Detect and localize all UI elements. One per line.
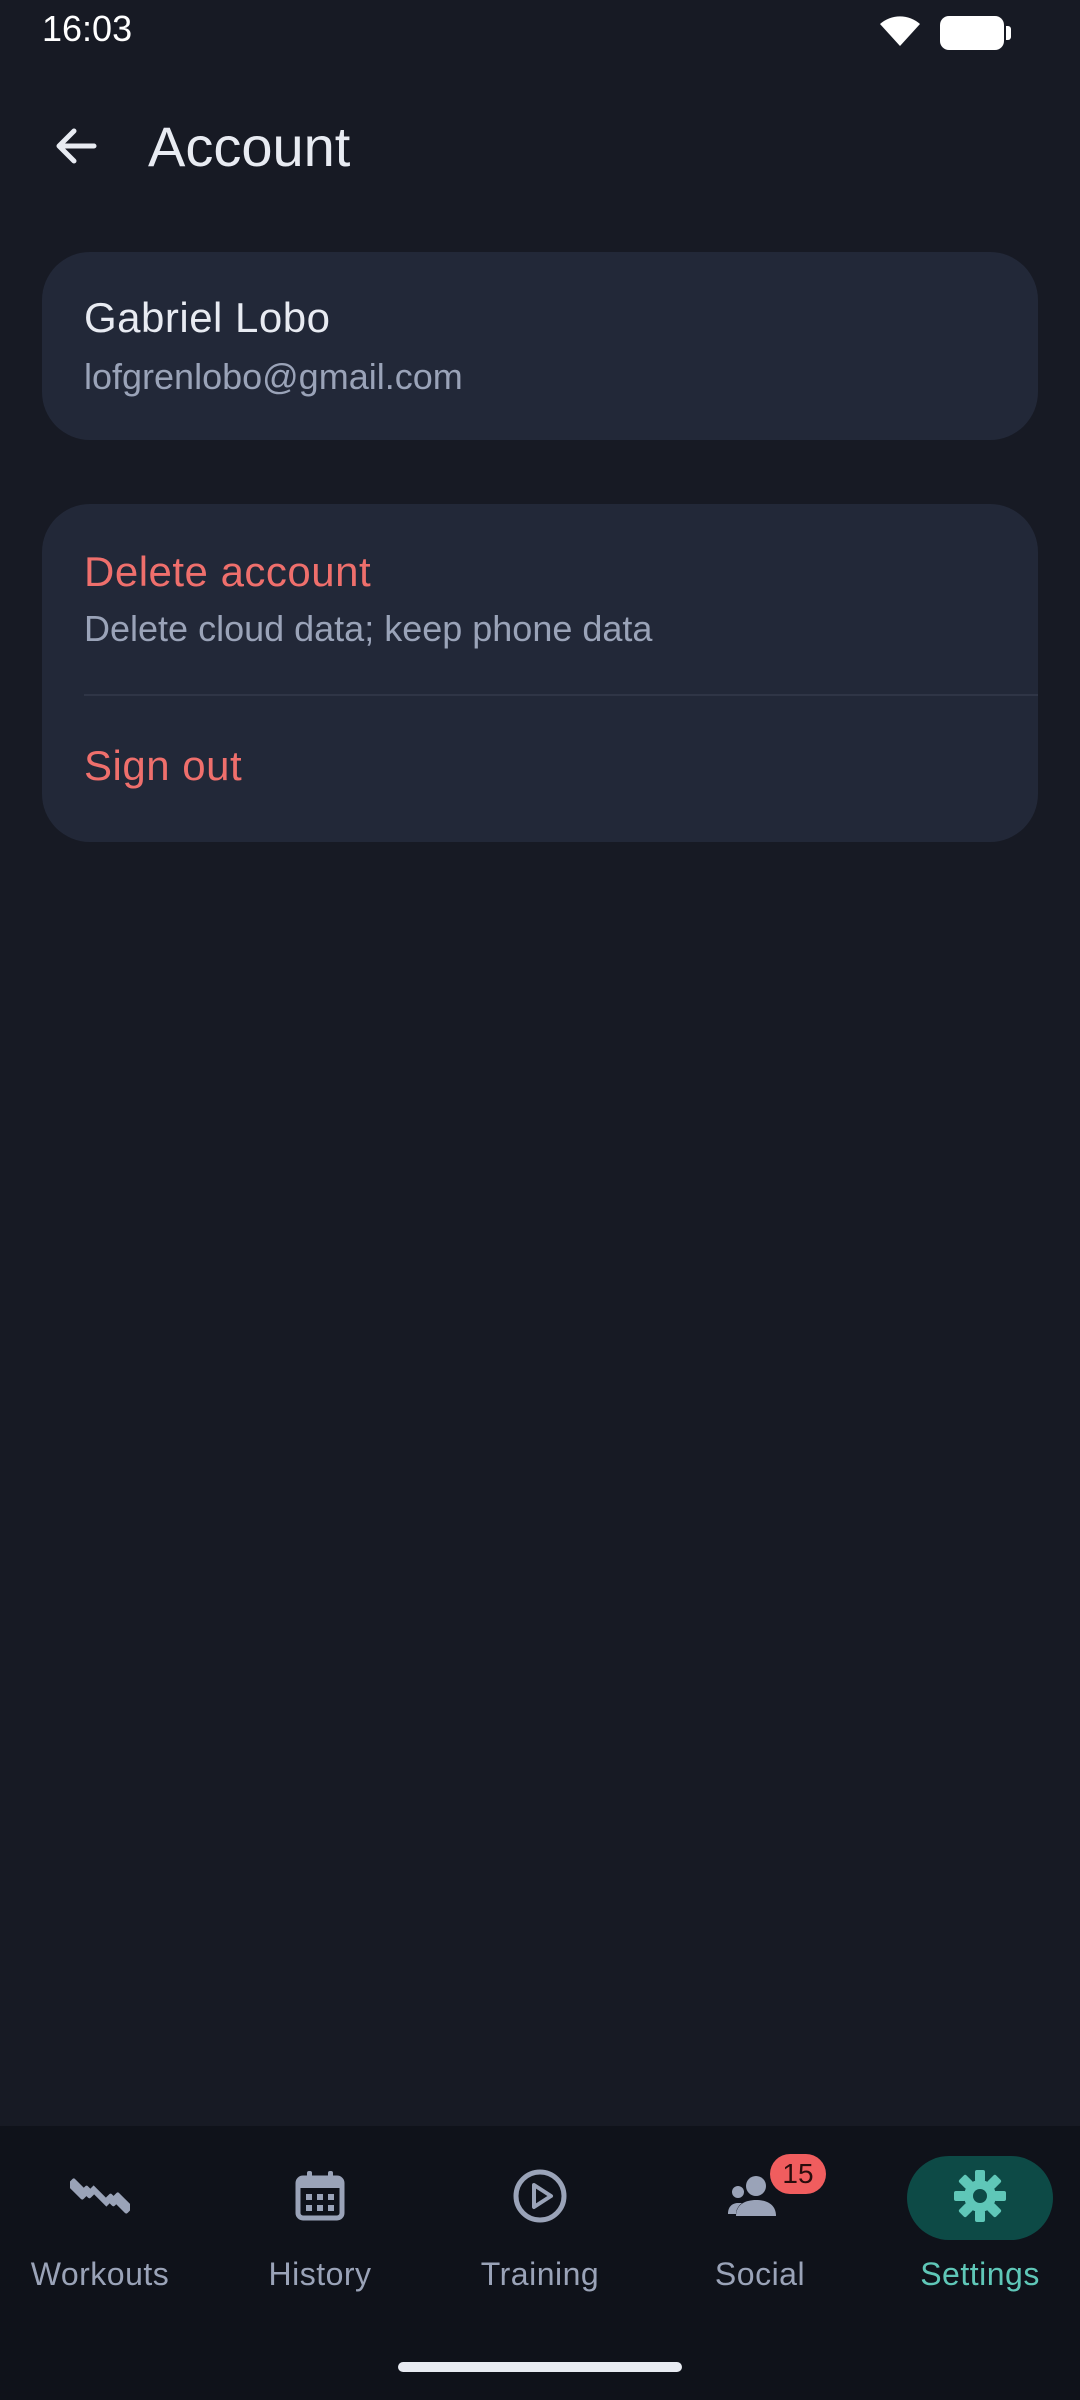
back-button[interactable]	[44, 116, 108, 180]
play-circle-icon	[511, 2167, 569, 2230]
nav-icon-container	[27, 2156, 173, 2240]
account-actions-card: Delete account Delete cloud data; keep p…	[42, 504, 1038, 842]
nav-icon-container	[907, 2156, 1053, 2240]
nav-item-history[interactable]: History	[220, 2156, 420, 2306]
nav-item-training[interactable]: Training	[440, 2156, 640, 2306]
battery-icon	[940, 15, 1011, 50]
status-time: 16:03	[42, 8, 133, 49]
status-bar: 16:03	[0, 0, 1080, 60]
nav-label-history: History	[268, 2256, 372, 2292]
calendar-icon	[292, 2168, 348, 2229]
nav-icon-container	[247, 2156, 393, 2240]
gear-icon	[951, 2167, 1009, 2230]
status-icons	[878, 12, 1011, 53]
nav-item-workouts[interactable]: Workouts	[0, 2156, 200, 2306]
wifi-icon	[878, 12, 922, 53]
nav-label-social: Social	[714, 2256, 806, 2292]
page-title: Account	[148, 115, 351, 178]
nav-item-settings[interactable]: Settings	[880, 2156, 1080, 2306]
delete-account-title: Delete account	[84, 548, 372, 595]
nav-label-settings: Settings	[920, 2256, 1040, 2292]
nav-item-social[interactable]: 15 Social	[660, 2154, 860, 2306]
notification-badge: 15	[770, 2154, 826, 2194]
dumbbell-icon	[67, 2166, 133, 2231]
nav-label-training: Training	[480, 2256, 600, 2292]
nav-label-workouts: Workouts	[30, 2256, 170, 2292]
home-indicator[interactable]	[398, 2362, 682, 2372]
nav-icon-container	[467, 2156, 613, 2240]
delete-account-button[interactable]: Delete account Delete cloud data; keep p…	[42, 504, 1038, 694]
profile-email: lofgrenlobo@gmail.com	[84, 356, 463, 397]
profile-card: Gabriel Lobo lofgrenlobo@gmail.com	[42, 252, 1038, 440]
profile-name: Gabriel Lobo	[84, 294, 331, 341]
app-bar: Account	[0, 100, 1080, 196]
sign-out-label: Sign out	[84, 742, 243, 789]
arrow-back-icon	[52, 122, 100, 175]
bottom-navigation: Workouts History Training 15 Social Sett…	[0, 2126, 1080, 2400]
delete-account-subtitle: Delete cloud data; keep phone data	[84, 608, 653, 649]
account-screen: 16:03 Account Gabriel Lobo lofgrenlobo@g…	[0, 0, 1080, 2400]
sign-out-button[interactable]: Sign out	[42, 696, 1038, 842]
